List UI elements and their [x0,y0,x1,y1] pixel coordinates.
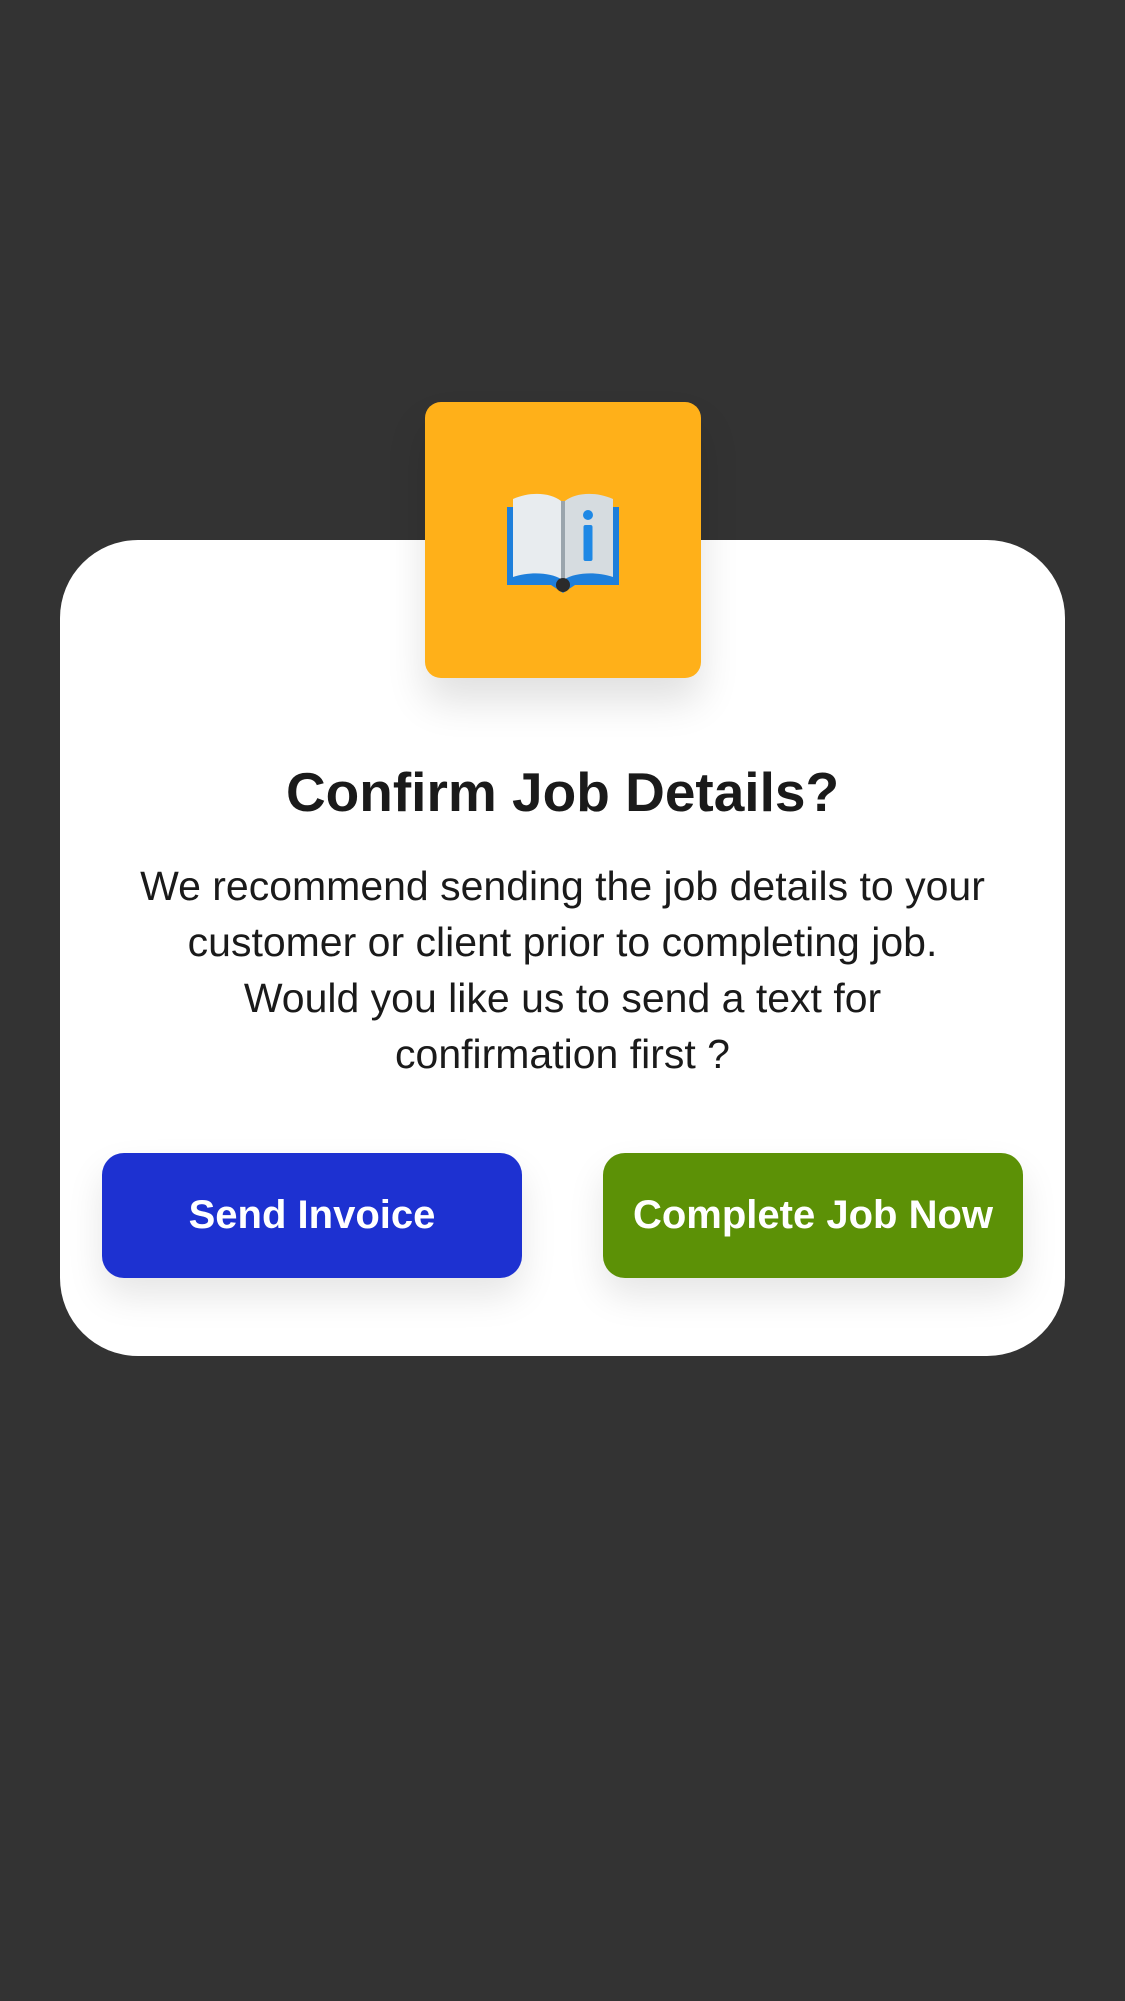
dialog-message: We recommend sending the job details to … [140,863,985,1077]
complete-job-now-button[interactable]: Complete Job Now [603,1153,1023,1278]
dialog-icon-tile [425,402,701,678]
send-invoice-button[interactable]: Send Invoice [102,1153,522,1278]
open-book-info-icon [507,493,619,593]
dialog-title: Confirm Job Details? [285,761,840,823]
